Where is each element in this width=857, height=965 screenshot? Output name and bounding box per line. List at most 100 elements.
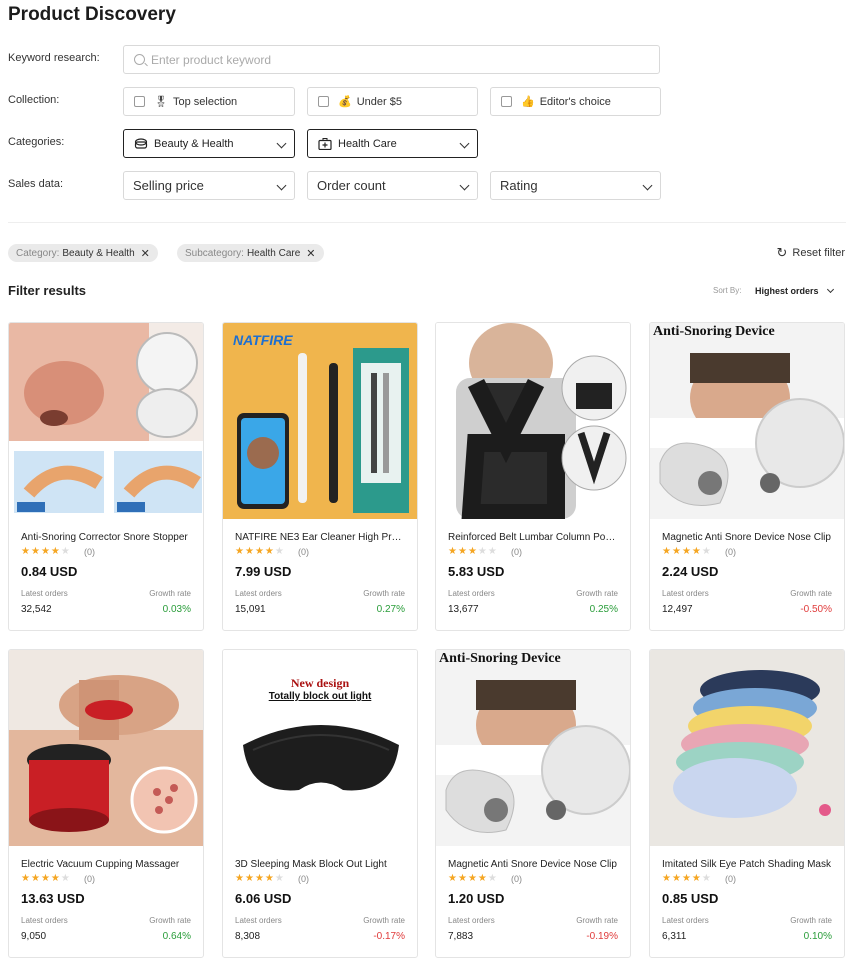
order-count-dropdown[interactable]: Order count [307,171,478,200]
selling-price-label: Selling price [133,178,204,193]
star-icon: ★ [254,873,265,884]
product-price: 0.85 USD [662,891,719,906]
product-image[interactable]: NATFIRE [223,323,417,519]
product-image[interactable] [9,650,203,846]
chip-value: Health Care [246,247,301,259]
collection-top-selection[interactable]: 🎖 Top selection [123,87,295,116]
star-icon: ★ [60,873,71,884]
star-icon: ★ [701,873,712,884]
sort-dropdown[interactable]: Highest orders [755,286,819,296]
categories-label: Categories: [8,136,65,148]
product-name[interactable]: Magnetic Anti Snore Device Nose Clip [448,859,620,870]
product-name[interactable]: Magnetic Anti Snore Device Nose Clip [662,532,834,543]
product-card[interactable]: NATFIRE NATFIRE NE3 Ear Cleaner High Pre… [222,322,418,631]
star-icon: ★ [40,546,51,557]
selling-price-dropdown[interactable]: Selling price [123,171,295,200]
star-icon: ★ [264,546,275,557]
subcategory-dropdown[interactable]: Health Care [307,129,478,158]
category-dropdown[interactable]: Beauty & Health [123,129,295,158]
product-card[interactable]: Reinforced Belt Lumbar Column Posture ★★… [435,322,631,631]
product-name[interactable]: Electric Vacuum Cupping Massager [21,859,193,870]
product-card[interactable]: New design Totally block out light 3D Sl… [222,649,418,958]
star-rating: ★★★★★ [662,873,712,884]
product-image[interactable] [9,323,203,519]
product-card[interactable]: Anti-Snoring Device Magnetic Anti Snore … [649,322,845,631]
growth-rate-value: -0.19% [586,931,618,942]
subcategory-value: Health Care [338,137,397,150]
latest-orders-value: 8,308 [235,931,261,942]
star-icon: ★ [448,873,458,884]
category-value: Beauty & Health [154,137,234,150]
divider [8,222,846,223]
reset-filter-button[interactable]: ↻ Reset filter [777,245,845,261]
star-icon: ★ [457,546,468,557]
growth-rate-label: Growth rate [363,589,405,598]
latest-orders-label: Latest orders [235,589,282,598]
product-name[interactable]: Anti-Snoring Corrector Snore Stopper [21,532,193,543]
star-icon: ★ [467,546,478,557]
review-count: (0) [298,874,309,884]
product-price: 7.99 USD [235,564,292,579]
star-icon: ★ [21,546,31,557]
product-image[interactable]: Anti-Snoring Device [436,650,630,846]
editors-choice-label: Editor's choice [539,95,611,108]
close-icon[interactable]: ✕ [141,247,150,260]
under-5-checkbox[interactable] [318,96,329,107]
product-price: 6.06 USD [235,891,292,906]
star-icon: ★ [30,546,41,557]
star-icon: ★ [477,546,488,557]
growth-rate-value: 0.03% [162,604,191,615]
editors-choice-checkbox[interactable] [501,96,512,107]
refresh-icon: ↻ [776,245,788,260]
product-name[interactable]: Reinforced Belt Lumbar Column Posture [448,532,620,543]
star-icon: ★ [254,546,265,557]
growth-rate-label: Growth rate [576,916,618,925]
order-count-label: Order count [317,178,386,193]
product-image[interactable] [650,650,844,846]
review-count: (0) [511,874,522,884]
chevron-down-icon [276,180,287,191]
product-image[interactable]: New design Totally block out light [223,650,417,846]
star-icon: ★ [662,873,672,884]
latest-orders-label: Latest orders [662,916,709,925]
filter-chip-subcategory: Subcategory: Health Care ✕ [177,244,324,262]
latest-orders-value: 15,091 [235,604,266,615]
latest-orders-label: Latest orders [448,916,495,925]
collection-editors-choice[interactable]: 👍 Editor's choice [490,87,661,116]
product-card[interactable]: Anti-Snoring Device Magnetic Anti Snore … [435,649,631,958]
star-icon: ★ [40,873,51,884]
product-image[interactable] [436,323,630,519]
page-title: Product Discovery [8,4,176,25]
growth-rate-label: Growth rate [363,916,405,925]
growth-rate-label: Growth rate [149,589,191,598]
star-rating: ★★★★★ [448,873,498,884]
chevron-down-icon [459,180,470,191]
collection-under-5[interactable]: 💰 Under $5 [307,87,478,116]
product-image-banner: Anti-Snoring Device [439,651,561,666]
product-price: 1.20 USD [448,891,505,906]
svg-text:NATFIRE: NATFIRE [233,332,293,348]
product-price: 0.84 USD [21,564,78,579]
close-icon[interactable]: ✕ [306,247,315,260]
star-icon: ★ [264,873,275,884]
award-icon: 🎖 [154,96,168,108]
review-count: (0) [725,547,736,557]
latest-orders-label: Latest orders [662,589,709,598]
top-selection-checkbox[interactable] [134,96,145,107]
chevron-down-icon [826,285,835,294]
thumbs-up-icon: 👍 [521,96,535,108]
growth-rate-value: 0.27% [376,604,405,615]
product-card[interactable]: Anti-Snoring Corrector Snore Stopper ★★★… [8,322,204,631]
keyword-search-input[interactable]: Enter product keyword [123,45,660,74]
product-card[interactable]: Imitated Silk Eye Patch Shading Mask ★★★… [649,649,845,958]
latest-orders-value: 7,883 [448,931,474,942]
product-card[interactable]: Electric Vacuum Cupping Massager ★★★★★ (… [8,649,204,958]
growth-rate-value: -0.50% [800,604,832,615]
product-name[interactable]: NATFIRE NE3 Ear Cleaner High Precision [235,532,407,543]
product-name[interactable]: 3D Sleeping Mask Block Out Light [235,859,407,870]
keyword-placeholder: Enter product keyword [151,52,272,67]
product-image[interactable]: Anti-Snoring Device [650,323,844,519]
star-icon: ★ [457,873,468,884]
rating-dropdown[interactable]: Rating [490,171,661,200]
product-name[interactable]: Imitated Silk Eye Patch Shading Mask [662,859,834,870]
